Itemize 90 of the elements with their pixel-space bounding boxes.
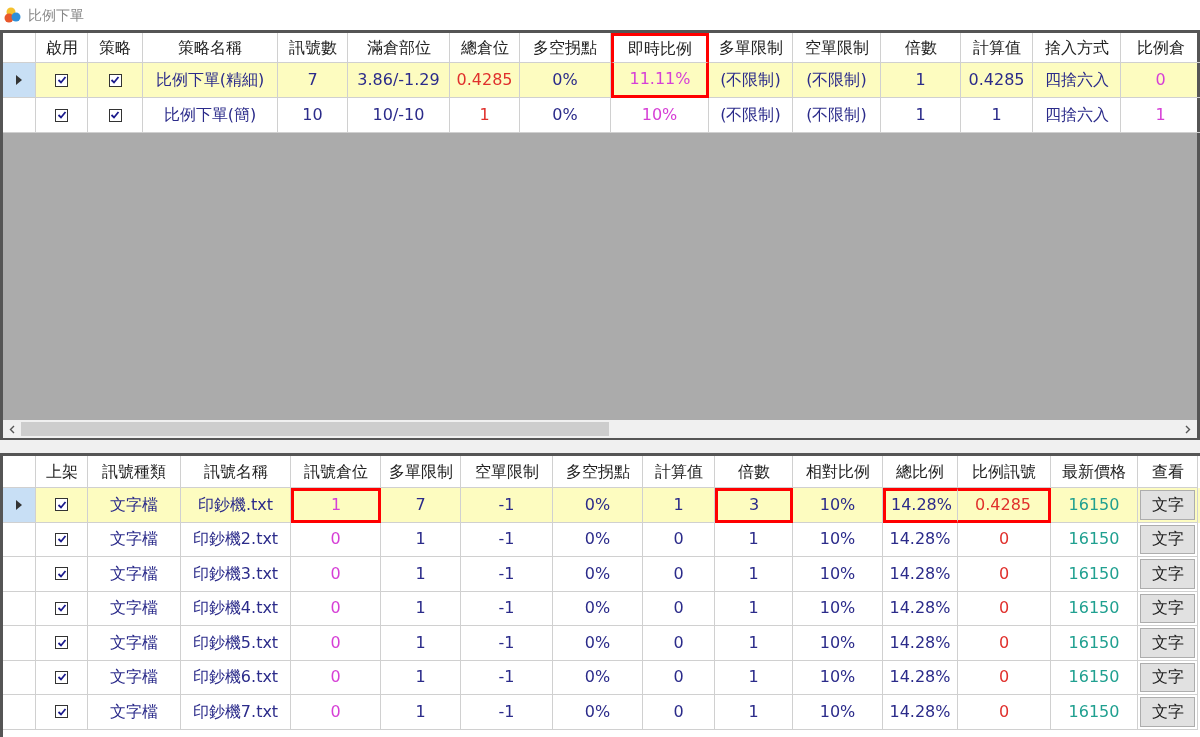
- scroll-left-icon[interactable]: [9, 424, 15, 434]
- checkbox[interactable]: [108, 73, 122, 87]
- table-cell: 16150: [1051, 488, 1138, 523]
- table-cell: 0%: [520, 98, 611, 133]
- checkbox[interactable]: [55, 567, 68, 581]
- scrollbar-thumb[interactable]: [21, 422, 609, 436]
- table-cell: 10%: [793, 557, 883, 592]
- table-cell: 1: [881, 98, 961, 133]
- table-cell: 0: [643, 695, 715, 730]
- row-header[interactable]: [3, 63, 36, 98]
- table-cell: 比例下單(簡): [143, 98, 278, 133]
- view-button[interactable]: 文字: [1140, 662, 1195, 692]
- table-cell: 10%: [611, 98, 709, 133]
- table-cell: (不限制): [793, 98, 881, 133]
- view-button[interactable]: 文字: [1140, 524, 1195, 554]
- view-button[interactable]: 文字: [1140, 593, 1195, 623]
- table-cell: 14.28%: [883, 626, 958, 661]
- table-cell: 0: [291, 626, 381, 661]
- table-cell: 1: [715, 626, 793, 661]
- table-cell: 0%: [553, 488, 643, 523]
- table-cell: 文字檔: [88, 488, 181, 523]
- view-button[interactable]: 文字: [1140, 628, 1195, 658]
- table-cell: 文字檔: [88, 626, 181, 661]
- table-cell: 印鈔機3.txt: [181, 557, 291, 592]
- view-button[interactable]: 文字: [1140, 490, 1195, 520]
- table-cell: 7: [381, 488, 461, 523]
- table-cell: 0: [958, 557, 1051, 592]
- table-cell: 1: [291, 488, 381, 523]
- table-cell: -1: [461, 626, 553, 661]
- table-cell: 0: [643, 557, 715, 592]
- table-cell: 0: [643, 626, 715, 661]
- table-cell: 16150: [1051, 695, 1138, 730]
- table-cell: 印鈔機5.txt: [181, 626, 291, 661]
- column-header[interactable]: 訊號倉位: [291, 456, 381, 488]
- app-logo-icon: [4, 6, 22, 24]
- column-header[interactable]: 比例訊號: [958, 456, 1051, 488]
- table-cell: 1: [381, 695, 461, 730]
- table-cell: (不限制): [709, 98, 793, 133]
- table-cell: 文字檔: [88, 695, 181, 730]
- window-title: 比例下單: [28, 5, 84, 25]
- checkbox[interactable]: [55, 532, 68, 546]
- table-cell: 0%: [553, 695, 643, 730]
- table-cell: 0%: [553, 626, 643, 661]
- table-cell: 10: [278, 98, 348, 133]
- checkbox[interactable]: [55, 498, 68, 512]
- table-cell: 文字檔: [88, 557, 181, 592]
- row-pointer-icon: [16, 75, 22, 85]
- table-cell: 1: [1121, 98, 1200, 133]
- table-cell: 16150: [1051, 557, 1138, 592]
- view-button[interactable]: 文字: [1140, 697, 1195, 727]
- table-cell: -1: [461, 557, 553, 592]
- checkbox[interactable]: [55, 670, 68, 684]
- table-cell: 1: [381, 557, 461, 592]
- row-header[interactable]: [3, 488, 36, 523]
- table-cell: 16150: [1051, 626, 1138, 661]
- table-cell: 1: [643, 488, 715, 523]
- table-cell: 10%: [793, 488, 883, 523]
- horizontal-scrollbar[interactable]: [3, 420, 1197, 438]
- checkbox[interactable]: [55, 601, 68, 615]
- scroll-right-icon[interactable]: [1185, 424, 1191, 434]
- view-button[interactable]: 文字: [1140, 559, 1195, 589]
- checkbox[interactable]: [55, 73, 68, 87]
- column-header[interactable]: 倍數: [715, 456, 793, 488]
- table-cell: 14.28%: [883, 695, 958, 730]
- table-cell: 10%: [793, 695, 883, 730]
- table-cell: 1: [961, 98, 1033, 133]
- table-cell: 1: [715, 695, 793, 730]
- checkbox[interactable]: [55, 108, 68, 122]
- checkbox[interactable]: [55, 636, 68, 650]
- table-cell: -1: [461, 488, 553, 523]
- table-cell: 1: [381, 626, 461, 661]
- table-cell: 10/-10: [348, 98, 450, 133]
- table-cell: 0: [291, 695, 381, 730]
- table-cell: 0: [291, 557, 381, 592]
- table-cell: 印鈔機.txt: [181, 488, 291, 523]
- table-cell: 0%: [553, 557, 643, 592]
- table-cell: 0: [958, 695, 1051, 730]
- table-cell: 0: [958, 626, 1051, 661]
- table-cell: 1: [715, 557, 793, 592]
- table-cell: 10%: [793, 626, 883, 661]
- column-header[interactable]: 總比例: [883, 456, 958, 488]
- checkbox[interactable]: [55, 705, 68, 719]
- table-cell: 1: [450, 98, 520, 133]
- row-pointer-icon: [16, 499, 22, 510]
- table-cell: 14.28%: [883, 557, 958, 592]
- table-cell: -1: [461, 695, 553, 730]
- table-cell: 3: [715, 488, 793, 523]
- checkbox[interactable]: [108, 108, 122, 122]
- table-cell: 四捨六入: [1033, 98, 1121, 133]
- table-cell: 印鈔機7.txt: [181, 695, 291, 730]
